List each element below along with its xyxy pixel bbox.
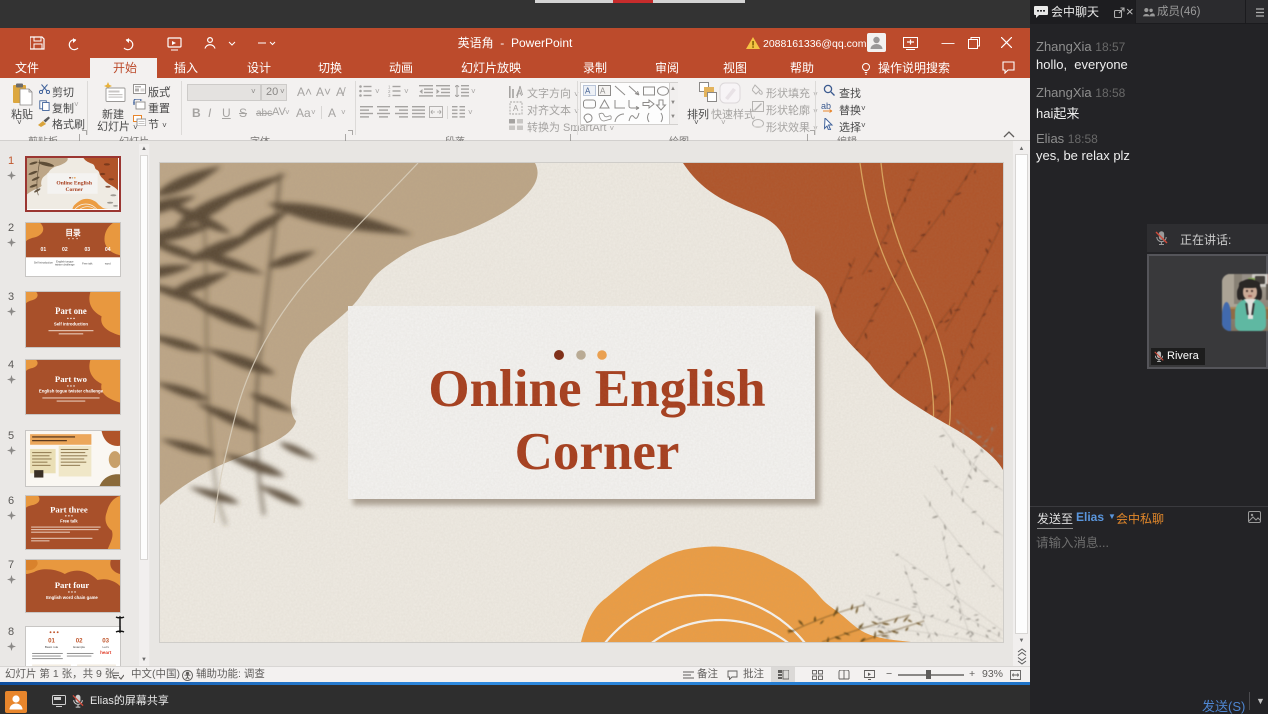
svg-text:Free talk: Free talk <box>82 262 93 266</box>
svg-text:03: 03 <box>102 638 109 645</box>
svg-text:目录: 目录 <box>65 228 81 237</box>
svg-text:A: A <box>600 87 606 96</box>
svg-text:Free talk: Free talk <box>60 519 78 524</box>
svg-text:Part four: Part four <box>55 580 90 590</box>
svg-text:04: 04 <box>105 247 111 253</box>
svg-text:English word chain game: English word chain game <box>46 595 98 600</box>
svg-text:3: 3 <box>388 93 391 97</box>
svg-text:03: 03 <box>84 247 90 253</box>
svg-text:word: word <box>105 262 111 266</box>
svg-text:Example: Example <box>73 645 85 649</box>
svg-text:02: 02 <box>76 638 83 645</box>
svg-text:02: 02 <box>62 247 68 253</box>
svg-text:Part two: Part two <box>55 374 88 384</box>
svg-text:A: A <box>516 88 522 98</box>
svg-text:Part three: Part three <box>50 504 88 514</box>
svg-text:Basic rule: Basic rule <box>45 645 59 649</box>
svg-text:Online English: Online English <box>56 181 93 187</box>
svg-text:Self introduction: Self introduction <box>54 321 88 326</box>
svg-text:A: A <box>513 104 519 113</box>
svg-text:A: A <box>585 87 591 96</box>
svg-text:Self introduction: Self introduction <box>34 261 53 265</box>
svg-text:Corner: Corner <box>65 187 83 193</box>
svg-text:01: 01 <box>41 247 47 253</box>
svg-text:English togue twister challeng: English togue twister challenge <box>39 389 104 394</box>
svg-text:Let's: Let's <box>103 645 110 649</box>
svg-text:twister challenge: twister challenge <box>55 263 75 267</box>
svg-text:heart: heart <box>100 650 112 655</box>
svg-text:01: 01 <box>48 638 55 645</box>
svg-text:Part one: Part one <box>55 306 87 316</box>
